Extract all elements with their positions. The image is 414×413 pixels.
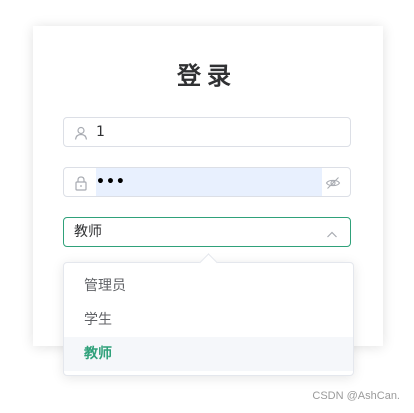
password-autofill-highlight [96,168,322,196]
user-icon [73,125,89,141]
password-input[interactable]: ••• [63,167,351,197]
role-option-admin[interactable]: 管理员 [64,269,353,303]
role-select[interactable]: 教师 [63,217,351,247]
chevron-up-icon[interactable] [326,226,338,238]
username-input[interactable]: 1 [63,117,351,147]
eye-hidden-icon[interactable] [325,175,341,191]
role-dropdown: 管理员 学生 教师 [63,253,354,376]
role-select-value: 教师 [74,224,102,240]
lock-icon [73,175,89,191]
password-value: ••• [96,174,126,190]
role-option-teacher[interactable]: 教师 [64,337,353,371]
page: 登录 1 ••• 教师 管理员 学生 教师 CSDN @AshCan. [0,0,414,413]
username-value: 1 [96,124,105,140]
watermark: CSDN @AshCan. [312,390,400,402]
page-title: 登录 [177,62,237,90]
role-option-student[interactable]: 学生 [64,303,353,337]
